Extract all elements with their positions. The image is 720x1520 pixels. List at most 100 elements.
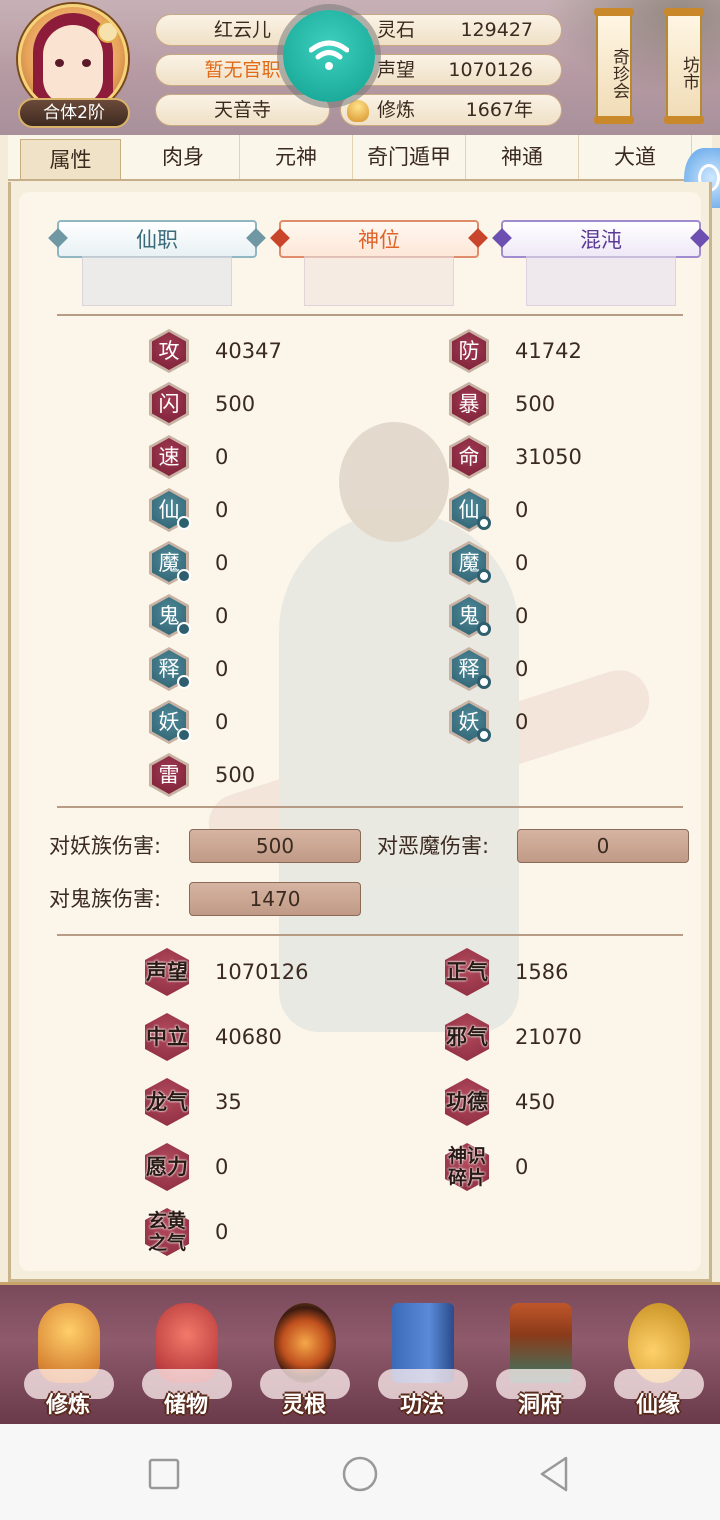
stat-hp: 命 31050: [449, 435, 669, 479]
stat-shi-defense[interactable]: 释 0: [449, 647, 669, 691]
info-mark-icon: [177, 728, 191, 742]
spirit-stone-counter: 灵石 129427: [340, 14, 562, 46]
hundun-label: 混沌: [580, 228, 622, 252]
stat-attack: 攻 40347: [149, 329, 349, 373]
shenwei-slot[interactable]: [304, 256, 454, 306]
mo-attack-value: 0: [215, 551, 229, 575]
info-mark-icon: [177, 569, 191, 583]
rep-neutral-value: 40680: [215, 1025, 282, 1049]
demon-race-damage-value: 500: [189, 829, 361, 863]
top-header: 合体2阶 红云儿 暂无官职 天音寺 灵石 129427 声望 1070126 修…: [0, 0, 720, 135]
crit-value: 500: [515, 392, 556, 416]
nav-techniques[interactable]: 功法: [372, 1295, 472, 1423]
stat-dodge: 闪 500: [149, 382, 349, 426]
avatar-eyes: [55, 59, 91, 67]
player-sect[interactable]: 天音寺: [155, 94, 330, 126]
stat-speed: 速 0: [149, 435, 349, 479]
xian-attack-value: 0: [215, 498, 229, 522]
treasure-fair-button[interactable]: 奇珍会: [594, 8, 634, 124]
defense-badge-icon: 防: [458, 339, 480, 363]
speed-value: 0: [215, 445, 229, 469]
xianzhi-slot[interactable]: [82, 256, 232, 306]
rep-xuanhuang-value: 0: [215, 1220, 229, 1244]
reputation-label: 声望: [377, 59, 416, 81]
demon-race-damage-label: 对妖族伤害:: [49, 834, 162, 858]
nav-cave[interactable]: 洞府: [490, 1295, 590, 1423]
nav-spirit-root[interactable]: 灵根: [254, 1295, 354, 1423]
nav-fate-label: 仙缘: [635, 1393, 680, 1418]
stat-crit: 暴 500: [449, 382, 669, 426]
wifi-icon: [309, 40, 349, 70]
rep-xuanhuang-qi: 玄黄 之气 0: [145, 1208, 365, 1256]
stat-yao-defense[interactable]: 妖 0: [449, 700, 669, 744]
rep-righteous-value: 1586: [515, 960, 569, 984]
stat-mo-attack[interactable]: 魔 0: [149, 541, 349, 585]
gui-defense-value: 0: [515, 604, 529, 628]
tab-attributes[interactable]: 属性: [20, 139, 121, 179]
attribute-panel: 仙职 神位 混沌 攻 40347 闪 500 速 0 仙 0 魔 0 鬼 0 释…: [8, 182, 712, 1282]
xianzhi-label: 仙职: [136, 228, 178, 252]
rep-xuanhuang-label: 玄黄 之气: [147, 1210, 186, 1254]
stat-xian-attack[interactable]: 仙 0: [149, 488, 349, 532]
rep-willpower: 愿力 0: [145, 1143, 365, 1191]
back-icon[interactable]: [536, 1454, 576, 1494]
rep-evil: 邪气 21070: [445, 1013, 675, 1061]
xianzhi-banner[interactable]: 仙职: [48, 220, 266, 258]
tab-qimen[interactable]: 奇门遁甲: [353, 135, 466, 179]
nav-cultivation-label: 修炼: [45, 1393, 90, 1418]
nav-spirit-root-label: 灵根: [281, 1393, 326, 1418]
nav-techniques-label: 功法: [399, 1393, 444, 1418]
rep-reputation: 声望 1070126: [145, 948, 365, 996]
rep-merit: 功德 450: [445, 1078, 675, 1126]
mo-defense-value: 0: [515, 551, 529, 575]
rep-evil-value: 21070: [515, 1025, 582, 1049]
nav-storage-label: 储物: [163, 1393, 208, 1418]
rep-evil-label: 邪气: [446, 1025, 488, 1049]
stat-mo-defense[interactable]: 魔 0: [449, 541, 669, 585]
rep-soul-fragment-value: 0: [515, 1155, 529, 1179]
stat-yao-attack[interactable]: 妖 0: [149, 700, 349, 744]
rep-dragon-qi-value: 35: [215, 1090, 242, 1114]
shi-attack-value: 0: [215, 657, 229, 681]
rep-reputation-label: 声望: [146, 960, 188, 984]
stat-xian-defense[interactable]: 仙 0: [449, 488, 669, 532]
cultivation-counter: 修炼 1667年: [340, 94, 562, 126]
stat-gui-defense[interactable]: 鬼 0: [449, 594, 669, 638]
tab-dao[interactable]: 大道: [579, 135, 692, 179]
info-mark-icon: [177, 675, 191, 689]
home-icon[interactable]: [340, 1454, 380, 1494]
rep-neutral: 中立 40680: [145, 1013, 365, 1061]
recent-apps-icon[interactable]: [144, 1454, 184, 1494]
rep-dragon-qi-label: 龙气: [146, 1090, 188, 1114]
defense-value: 41742: [515, 339, 582, 363]
tab-body[interactable]: 肉身: [127, 135, 240, 179]
stat-gui-attack[interactable]: 鬼 0: [149, 594, 349, 638]
hundun-banner[interactable]: 混沌: [492, 220, 709, 258]
stat-shi-attack[interactable]: 释 0: [149, 647, 349, 691]
market-button[interactable]: 坊市: [664, 8, 704, 124]
gui-attack-value: 0: [215, 604, 229, 628]
wifi-status-button[interactable]: [283, 10, 375, 102]
rep-merit-label: 功德: [446, 1090, 488, 1114]
shield-mark-icon: [477, 569, 491, 583]
yao-attack-value: 0: [215, 710, 229, 734]
shenwei-banner[interactable]: 神位: [270, 220, 488, 258]
tab-powers[interactable]: 神通: [466, 135, 579, 179]
ghost-race-damage-label: 对鬼族伤害:: [49, 887, 162, 911]
rep-willpower-label: 愿力: [146, 1155, 188, 1179]
nav-fate[interactable]: 仙缘: [608, 1295, 708, 1423]
tab-spirit[interactable]: 元神: [240, 135, 353, 179]
shi-defense-value: 0: [515, 657, 529, 681]
xian-defense-value: 0: [515, 498, 529, 522]
ghost-race-damage-value: 1470: [189, 882, 361, 916]
hundun-slot[interactable]: [526, 256, 676, 306]
rep-willpower-value: 0: [215, 1155, 229, 1179]
dodge-badge-icon: 闪: [158, 392, 180, 416]
panel-inner: 仙职 神位 混沌 攻 40347 闪 500 速 0 仙 0 魔 0 鬼 0 释…: [19, 192, 709, 1271]
cultivation-label: 修炼: [377, 99, 416, 121]
nav-storage[interactable]: 储物: [136, 1295, 236, 1423]
nav-cultivation[interactable]: 修炼: [18, 1295, 118, 1423]
rep-righteous-label: 正气: [446, 960, 488, 984]
info-mark-icon: [177, 516, 191, 530]
spirit-stone-label: 灵石: [377, 19, 416, 41]
